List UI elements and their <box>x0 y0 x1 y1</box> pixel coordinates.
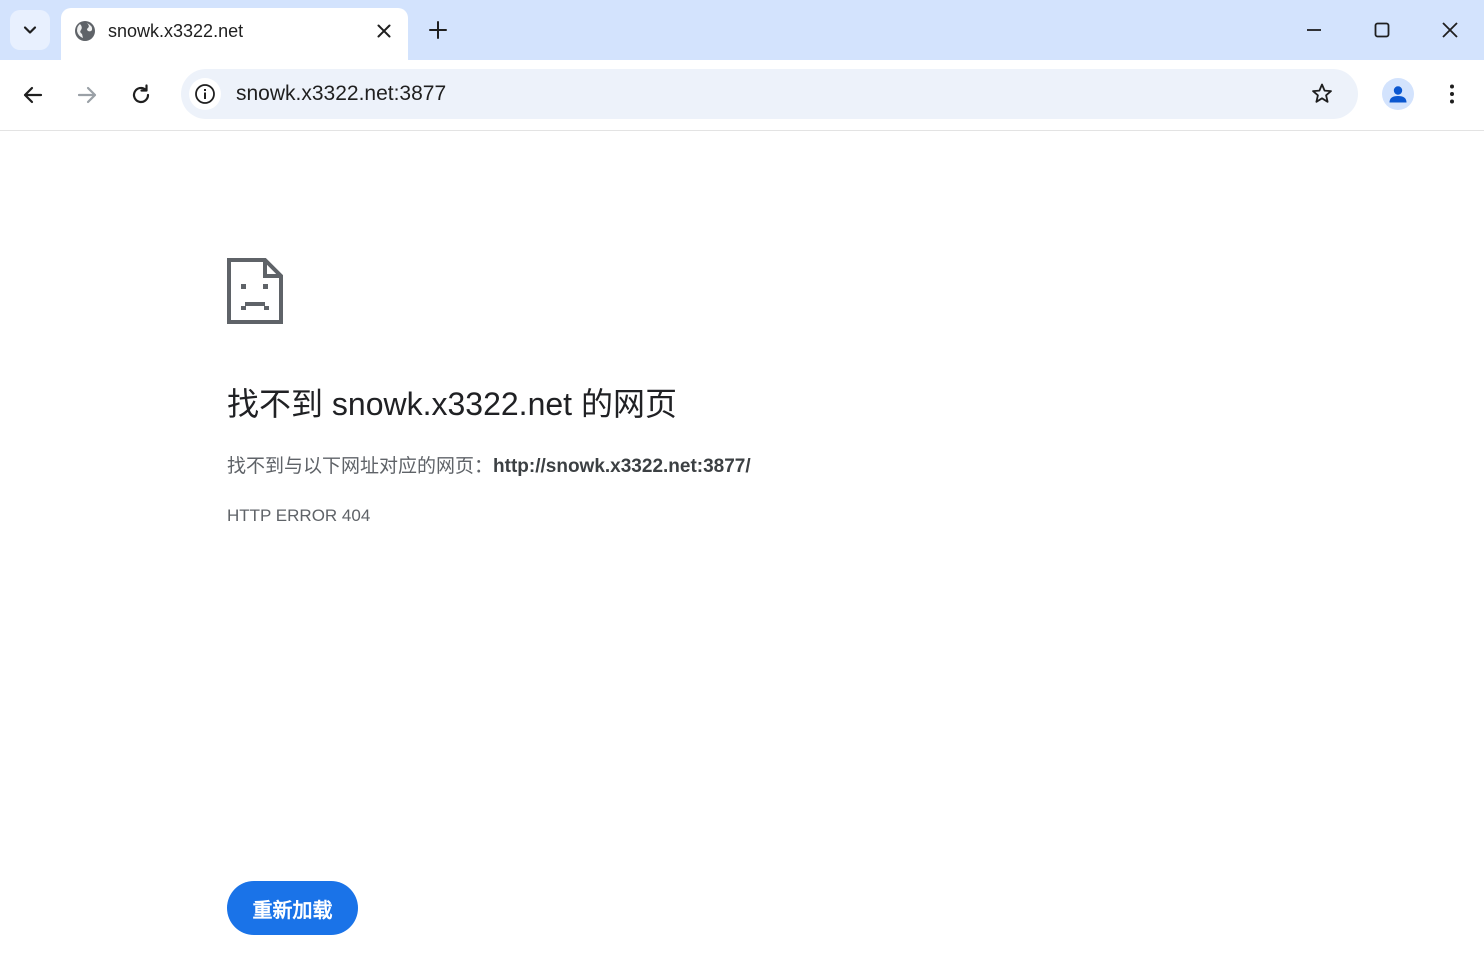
new-tab-icon[interactable] <box>425 17 451 43</box>
title-bar: snowk.x3322.net <box>0 0 1484 60</box>
error-description-text: 找不到与以下网址对应的网页： <box>227 456 494 477</box>
more-vert-icon[interactable] <box>1438 80 1466 108</box>
page-content: 找不到 snowk.x3322.net 的网页 找不到与以下网址对应的网页：ht… <box>0 131 1484 970</box>
reload-icon[interactable] <box>127 81 155 109</box>
browser-tab[interactable]: snowk.x3322.net <box>61 8 408 60</box>
toolbar: snowk.x3322.net:3877 <box>0 60 1484 131</box>
address-bar[interactable]: snowk.x3322.net:3877 <box>181 69 1358 119</box>
error-url: http://snowk.x3322.net:3877/ <box>493 456 751 477</box>
error-code: HTTP ERROR 404 <box>227 506 371 525</box>
bookmark-star-icon[interactable] <box>1309 81 1335 107</box>
close-tab-icon[interactable] <box>373 20 395 42</box>
close-window-icon[interactable] <box>1437 17 1463 43</box>
chevron-down-icon <box>23 26 37 34</box>
person-icon <box>1389 86 1407 103</box>
error-description: 找不到与以下网址对应的网页：http://snowk.x3322.net:387… <box>227 451 751 478</box>
sad-document-icon <box>227 258 283 324</box>
tab-search-button[interactable] <box>10 10 50 50</box>
tab-title: snowk.x3322.net <box>108 21 244 41</box>
page-title: 找不到 snowk.x3322.net 的网页 <box>227 386 677 422</box>
minimize-icon[interactable] <box>1301 17 1327 43</box>
back-arrow-icon[interactable] <box>19 81 47 109</box>
info-icon <box>195 84 215 104</box>
reload-button[interactable]: 重新加载 <box>227 881 358 935</box>
profile-avatar[interactable] <box>1382 78 1414 110</box>
site-info-button[interactable] <box>189 78 221 110</box>
maximize-icon[interactable] <box>1369 17 1395 43</box>
globe-icon <box>75 21 95 41</box>
url-text: snowk.x3322.net:3877 <box>236 82 447 105</box>
forward-arrow-icon[interactable] <box>73 81 101 109</box>
